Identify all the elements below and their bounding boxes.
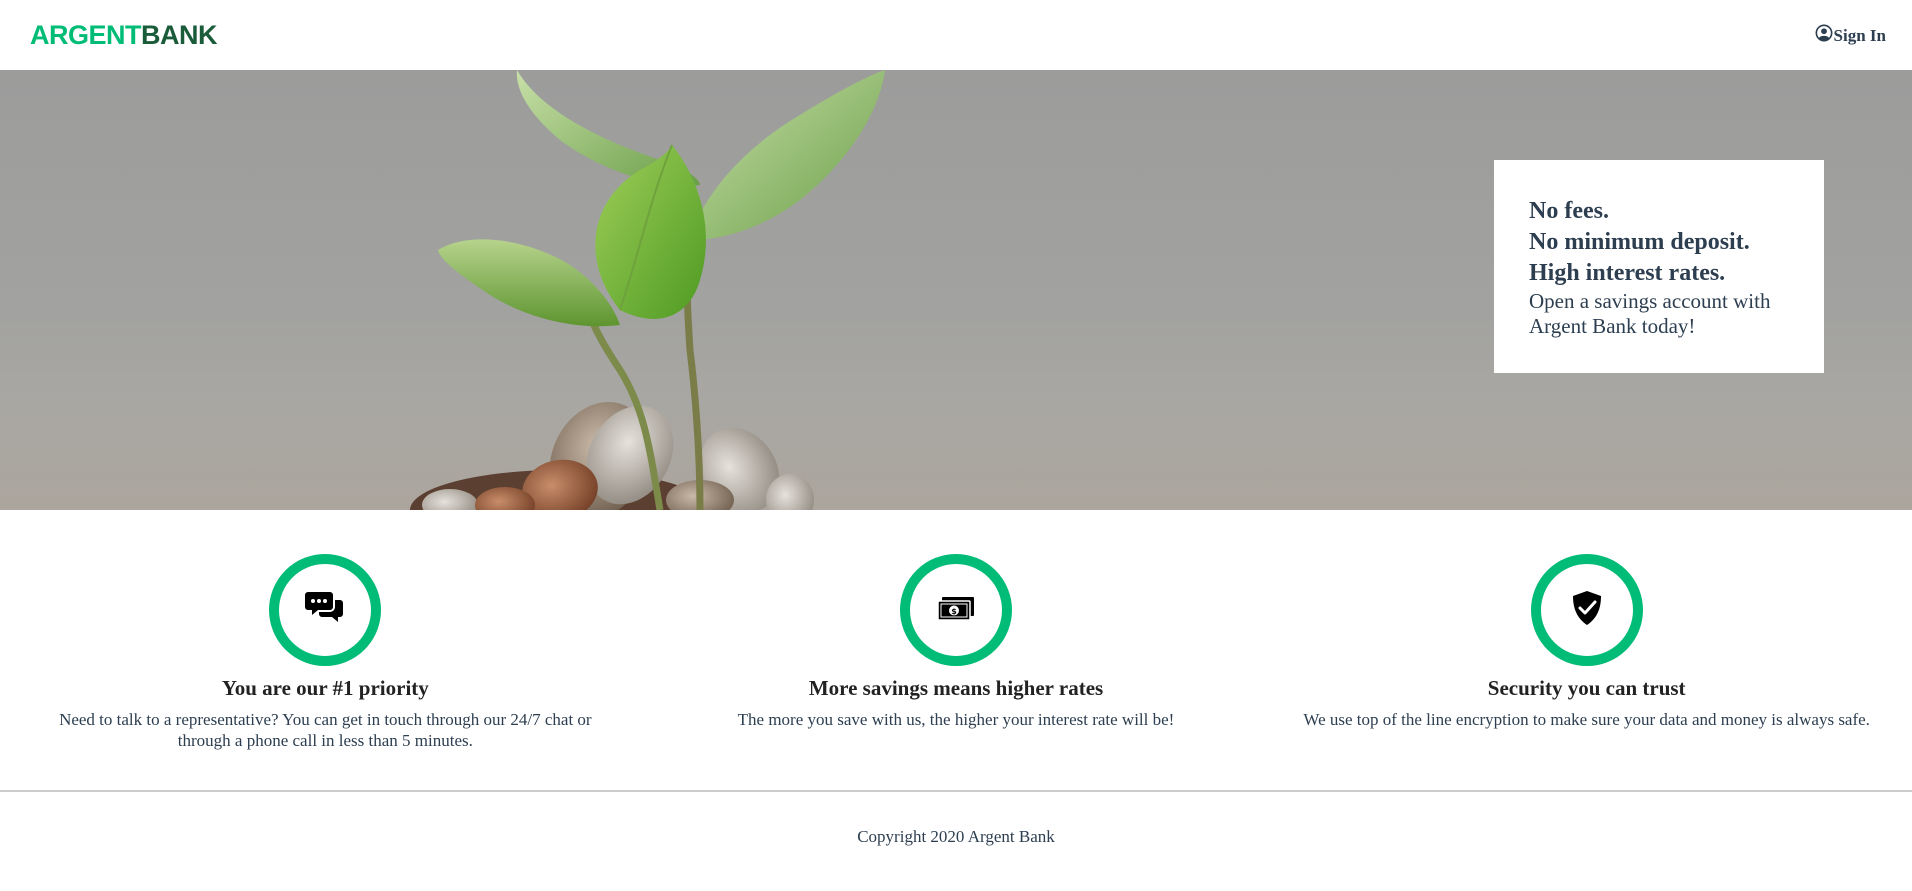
feature-item: You are our #1 priority Need to talk to … <box>10 510 641 790</box>
feature-text: We use top of the line encryption to mak… <box>1303 710 1870 729</box>
promo-text: Open a savings account with Argent Bank … <box>1529 289 1771 338</box>
feature-icon-ring <box>269 554 382 666</box>
feature-item: Security you can trust We use top of the… <box>1271 510 1902 790</box>
feature-title: Security you can trust <box>1487 676 1686 700</box>
logo-text-bank: BANK <box>141 20 218 50</box>
feature-title: You are our #1 priority <box>221 676 429 700</box>
main-nav: ARGENTBANK Sign In <box>0 0 1912 70</box>
feature-icon-ring <box>1530 554 1643 666</box>
chat-icon <box>305 588 345 633</box>
features-section: You are our #1 priority Need to talk to … <box>0 510 1912 790</box>
promo-subtitle: High interest rates. <box>1529 260 1726 286</box>
feature-text: Need to talk to a representative? You ca… <box>59 710 592 750</box>
copyright-text: Copyright 2020 Argent Bank <box>857 827 1055 846</box>
security-icon <box>1567 588 1607 633</box>
user-circle-icon <box>1815 24 1833 47</box>
feature-icon-ring: $ <box>900 554 1012 666</box>
sign-in-link[interactable]: Sign In <box>1815 24 1886 47</box>
argent-bank-logo[interactable]: ARGENTBANK <box>30 20 218 51</box>
logo-text-argent: ARGENT <box>30 20 142 50</box>
svg-text:$: $ <box>951 607 957 616</box>
feature-item: $ More savings means higher rates The mo… <box>641 510 1272 790</box>
promo-subtitle: No fees. <box>1529 198 1609 224</box>
promo-subtitle: No minimum deposit. <box>1529 229 1750 255</box>
promo-card: No fees. No minimum deposit. High intere… <box>1494 160 1824 373</box>
hero-banner: No fees. No minimum deposit. High intere… <box>0 70 1912 510</box>
money-icon: $ <box>936 588 976 633</box>
feature-title: More savings means higher rates <box>808 676 1104 700</box>
sign-in-label: Sign In <box>1833 25 1886 45</box>
page-footer: Copyright 2020 Argent Bank <box>0 790 1912 891</box>
feature-text: The more you save with us, the higher yo… <box>737 710 1175 729</box>
